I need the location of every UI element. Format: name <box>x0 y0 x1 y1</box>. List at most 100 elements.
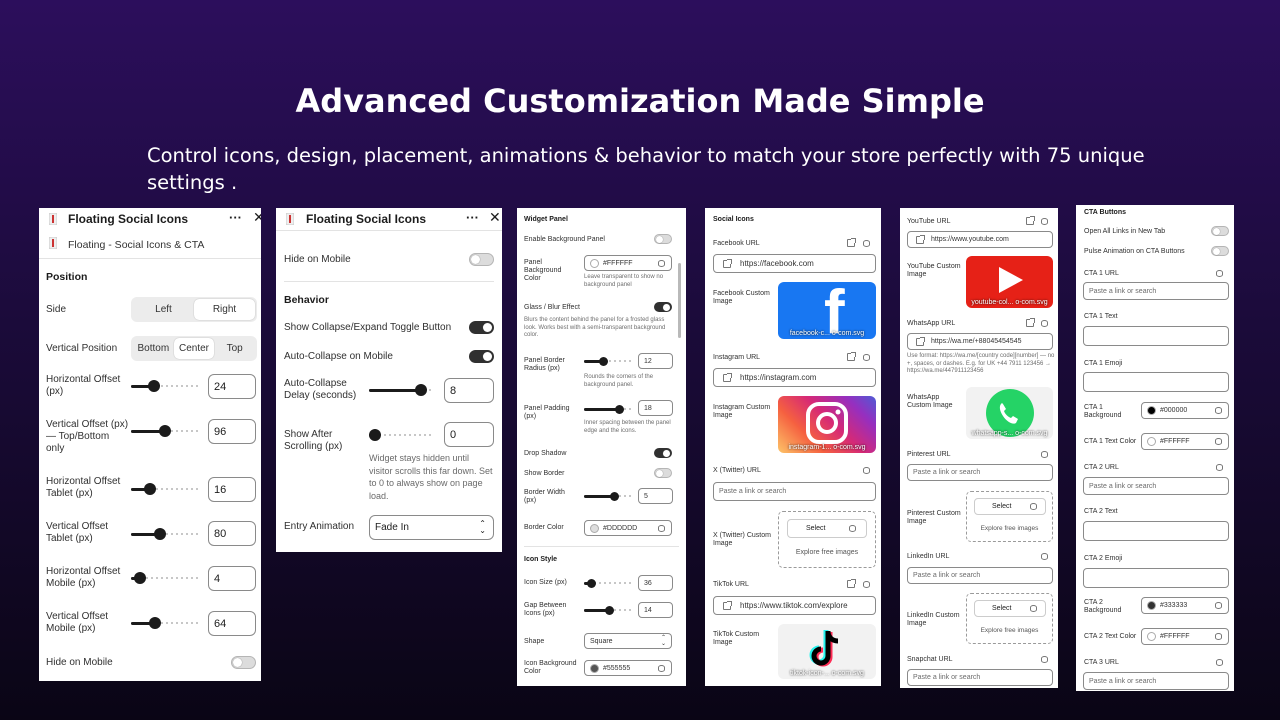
select-button[interactable]: Select <box>974 600 1046 617</box>
panel-bg-color-input[interactable]: #FFFFFF <box>584 255 672 271</box>
explore-images-link[interactable]: Explore free images <box>779 549 875 557</box>
database-icon[interactable] <box>1041 451 1048 458</box>
linkedin-url-input[interactable]: Paste a link or search <box>907 567 1053 584</box>
pinterest-url-input[interactable]: Paste a link or search <box>907 464 1053 481</box>
gap-input[interactable]: 14 <box>638 602 673 618</box>
show-toggle-toggle[interactable] <box>469 321 494 334</box>
vertical-offset-mobile-input[interactable]: 64 <box>208 611 256 636</box>
cta2-bg-color-input[interactable]: #333333 <box>1141 597 1229 614</box>
vertical-offset-slider[interactable] <box>131 425 201 437</box>
vpos-bottom-option[interactable]: Bottom <box>133 338 174 359</box>
database-icon[interactable] <box>1216 659 1223 666</box>
vertical-offset-tablet-slider[interactable] <box>131 528 201 540</box>
snapchat-url-input[interactable]: Paste a link or search <box>907 669 1053 686</box>
tiktok-url-input[interactable]: https://www.tiktok.com/explore <box>713 596 876 615</box>
drop-shadow-toggle[interactable] <box>654 448 672 458</box>
database-icon[interactable] <box>863 354 870 361</box>
cta2-url-input[interactable]: Paste a link or search <box>1083 477 1229 495</box>
hide-mobile-toggle[interactable] <box>231 656 256 669</box>
icon-bg-color-input[interactable]: #555555 <box>584 660 672 676</box>
cta1-emoji-input[interactable] <box>1083 372 1229 392</box>
enable-bg-toggle[interactable] <box>654 234 672 244</box>
cta1-bg-color-input[interactable]: #000000 <box>1141 402 1229 419</box>
cta2-text-color-input[interactable]: #FFFFFF <box>1141 628 1229 645</box>
cta2-emoji-input[interactable] <box>1083 568 1229 588</box>
shape-select[interactable]: Square ⌃ ⌄ <box>584 633 672 649</box>
external-link-icon[interactable] <box>847 579 856 588</box>
delay-slider[interactable] <box>369 384 431 396</box>
glass-toggle[interactable] <box>654 302 672 312</box>
delay-input[interactable]: 8 <box>444 378 494 403</box>
external-link-icon[interactable] <box>847 352 856 361</box>
side-left-option[interactable]: Left <box>133 299 194 320</box>
scrollbar[interactable] <box>678 263 681 338</box>
pulse-toggle[interactable] <box>1211 246 1229 256</box>
whatsapp-url-input[interactable]: https://wa.me/+88045454545 <box>907 333 1053 350</box>
pinterest-image-dropzone[interactable]: Select Explore free images <box>966 491 1053 542</box>
show-border-toggle[interactable] <box>654 468 672 478</box>
vpos-center-option[interactable]: Center <box>173 338 215 359</box>
hide-mobile-toggle[interactable] <box>469 253 494 266</box>
horizontal-offset-slider[interactable] <box>131 380 201 392</box>
tiktok-image[interactable]: tiktok-icon-... o-com.svg <box>778 624 876 679</box>
youtube-image[interactable]: youtube-col... o-com.svg <box>966 256 1053 308</box>
radius-input[interactable]: 12 <box>638 353 673 369</box>
border-color-input[interactable]: #DDDDDD <box>584 520 672 536</box>
database-icon[interactable] <box>1216 270 1223 277</box>
database-icon[interactable] <box>1041 553 1048 560</box>
vertical-offset-input[interactable]: 96 <box>208 419 256 444</box>
radius-slider[interactable] <box>584 355 634 367</box>
horizontal-offset-input[interactable]: 24 <box>208 374 256 399</box>
horizontal-offset-tablet-input[interactable]: 16 <box>208 477 256 502</box>
explore-images-link[interactable]: Explore free images <box>967 525 1052 533</box>
cta1-text-color-input[interactable]: #FFFFFF <box>1141 433 1229 450</box>
open-links-toggle[interactable] <box>1211 226 1229 236</box>
close-icon[interactable]: ✕ <box>253 209 261 226</box>
more-icon[interactable]: ··· <box>229 210 242 225</box>
close-icon[interactable]: ✕ <box>489 209 501 226</box>
select-button[interactable]: Select <box>787 519 867 538</box>
database-icon[interactable] <box>863 581 870 588</box>
horizontal-offset-mobile-slider[interactable] <box>131 572 201 584</box>
cta1-text-input[interactable] <box>1083 326 1229 346</box>
more-icon[interactable]: ··· <box>466 210 479 225</box>
instagram-image[interactable]: instagram-1... o-com.svg <box>778 396 876 453</box>
select-button[interactable]: Select <box>974 498 1046 515</box>
cta1-url-input[interactable]: Paste a link or search <box>1083 282 1229 300</box>
icon-size-slider[interactable] <box>584 577 634 589</box>
x-image-dropzone[interactable]: Select Explore free images <box>778 511 876 568</box>
border-width-input[interactable]: 5 <box>638 488 673 504</box>
entry-animation-select[interactable]: Fade In ⌃ ⌄ <box>369 515 494 540</box>
show-after-slider[interactable] <box>369 429 431 441</box>
instagram-url-input[interactable]: https://instagram.com <box>713 368 876 387</box>
horizontal-offset-tablet-slider[interactable] <box>131 483 201 495</box>
database-icon[interactable] <box>1041 656 1048 663</box>
auto-collapse-toggle[interactable] <box>469 350 494 363</box>
show-after-input[interactable]: 0 <box>444 422 494 447</box>
cta2-text-input[interactable] <box>1083 521 1229 541</box>
x-url-input[interactable]: Paste a link or search <box>713 482 876 501</box>
padding-input[interactable]: 18 <box>638 400 673 416</box>
gap-slider[interactable] <box>584 604 634 616</box>
external-link-icon[interactable] <box>1026 318 1035 327</box>
youtube-url-input[interactable]: https://www.youtube.com <box>907 231 1053 248</box>
database-icon[interactable] <box>1041 320 1048 327</box>
database-icon[interactable] <box>863 467 870 474</box>
external-link-icon[interactable] <box>1026 216 1035 225</box>
vertical-offset-tablet-input[interactable]: 80 <box>208 521 256 546</box>
database-icon[interactable] <box>1216 464 1223 471</box>
vertical-offset-mobile-slider[interactable] <box>131 617 201 629</box>
facebook-image[interactable]: f facebook-c... o-com.svg <box>778 282 876 339</box>
cta3-url-input[interactable]: Paste a link or search <box>1083 672 1229 690</box>
vpos-top-option[interactable]: Top <box>214 338 255 359</box>
database-icon[interactable] <box>863 240 870 247</box>
facebook-url-input[interactable]: https://facebook.com <box>713 254 876 273</box>
whatsapp-image[interactable]: whatsapp-s... o-com.svg <box>966 387 1053 439</box>
border-width-slider[interactable] <box>584 490 634 502</box>
external-link-icon[interactable] <box>847 238 856 247</box>
icon-size-input[interactable]: 36 <box>638 575 673 591</box>
side-right-option[interactable]: Right <box>194 299 255 320</box>
linkedin-image-dropzone[interactable]: Select Explore free images <box>966 593 1053 644</box>
explore-images-link[interactable]: Explore free images <box>967 627 1052 635</box>
padding-slider[interactable] <box>584 403 634 415</box>
